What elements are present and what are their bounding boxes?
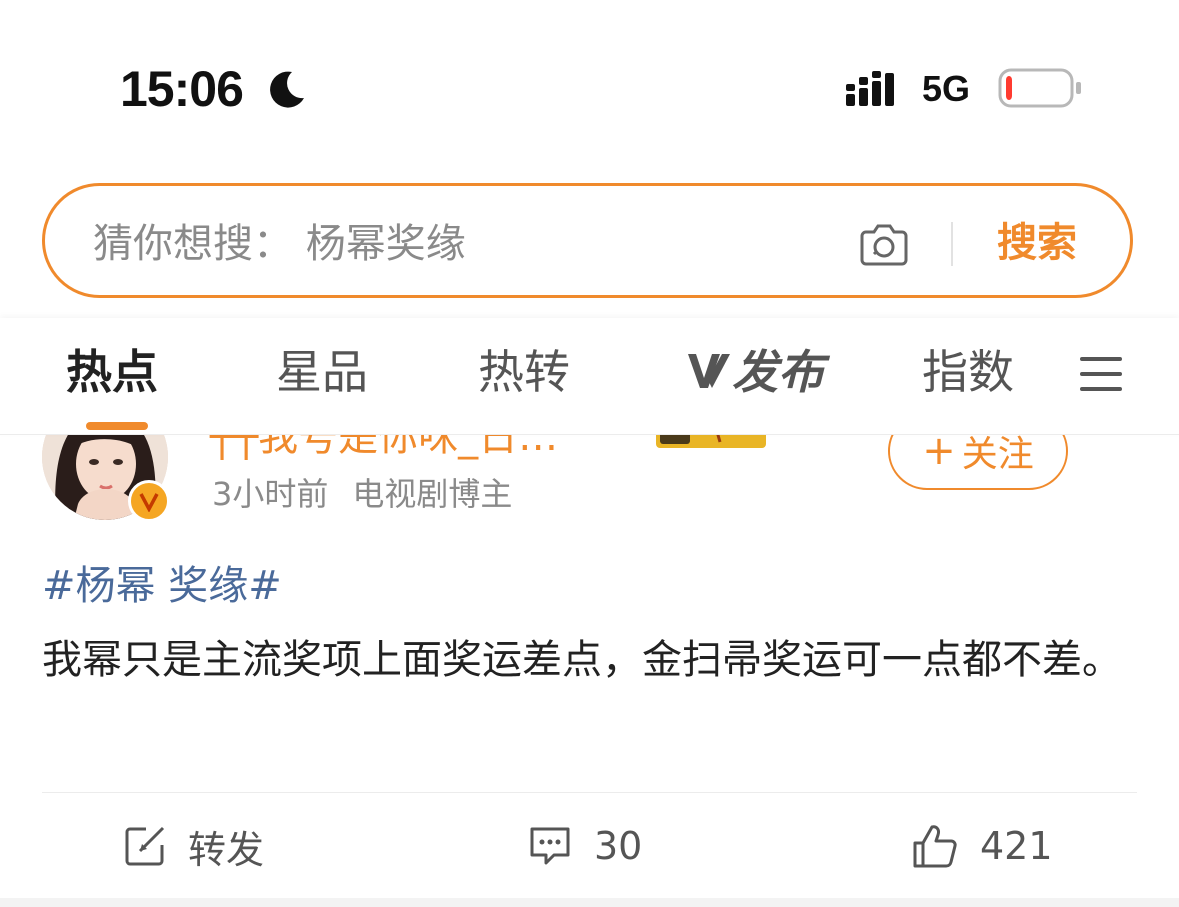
repost-icon xyxy=(125,826,165,866)
comment-count: 30 xyxy=(594,824,643,868)
tab-index[interactable]: 指数 xyxy=(922,342,1014,402)
search-button[interactable]: 搜索 xyxy=(997,218,1077,268)
post-divider xyxy=(42,792,1137,793)
comment-button[interactable]: 30 xyxy=(528,818,642,874)
like-button[interactable]: 421 xyxy=(912,818,1053,874)
post-hashtag[interactable]: #杨幂 奖缘# xyxy=(42,560,282,612)
repost-button[interactable]: 转发 xyxy=(124,818,264,874)
tab-hot-repost[interactable]: 热转 xyxy=(478,342,570,402)
like-icon xyxy=(913,825,957,868)
status-time: 15:06 xyxy=(120,61,244,117)
search-divider xyxy=(951,222,953,266)
search-input[interactable]: 猜你想搜： 杨幂奖缘 xyxy=(93,220,466,268)
post-time: 3小时前 xyxy=(212,475,329,513)
vplus-logo xyxy=(688,354,730,388)
search-bar[interactable]: 猜你想搜： 杨幂奖缘 搜索 xyxy=(42,183,1133,298)
bottom-separator xyxy=(0,898,1179,907)
verified-icon xyxy=(128,480,170,522)
tab-hot[interactable]: 热点 xyxy=(66,342,158,402)
post-meta: 3小时前 电视剧博主 xyxy=(212,474,512,514)
comment-icon xyxy=(530,827,570,865)
post-text: 我幂只是主流奖项上面奖运差点，金扫帚奖运可一点都不差。 xyxy=(42,637,1122,683)
author-type: 电视剧博主 xyxy=(352,475,513,513)
menu-icon[interactable] xyxy=(1080,354,1122,394)
network-type: 5G xyxy=(922,68,971,109)
signal-icon xyxy=(846,71,894,106)
battery-icon xyxy=(998,68,1081,108)
tab-publish[interactable]: 发布 xyxy=(732,342,824,402)
tab-bar: 热点 星品 热转 发布 指数 xyxy=(0,318,1179,435)
camera-icon[interactable] xyxy=(858,220,910,268)
moon-icon xyxy=(270,71,304,108)
like-count: 421 xyxy=(980,824,1053,868)
repost-label: 转发 xyxy=(188,827,265,872)
tab-star-products[interactable]: 星品 xyxy=(276,342,368,402)
tab-active-indicator xyxy=(86,422,148,430)
